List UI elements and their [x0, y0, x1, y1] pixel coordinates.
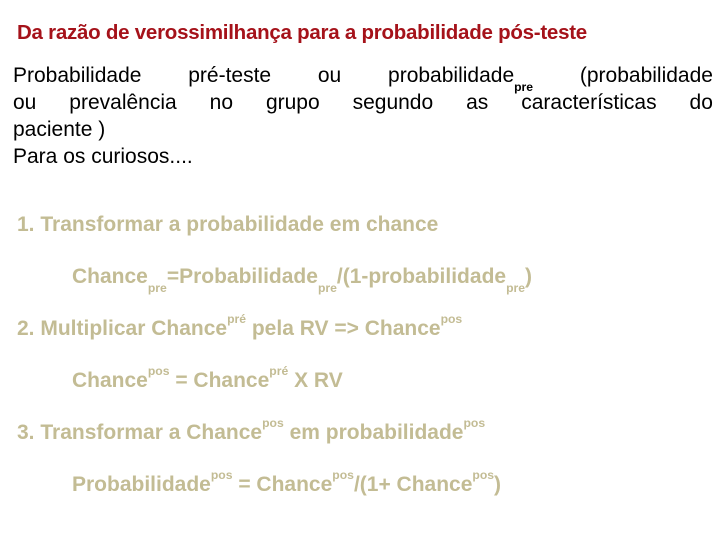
superscript-pos: pos — [463, 416, 486, 431]
subscript-pre: pre — [514, 79, 534, 94]
formula-part: X RV — [288, 369, 343, 392]
steps-list: 1. Transformar a probabilidade em chance… — [0, 208, 720, 520]
body-word: pré-teste — [188, 64, 272, 87]
slide-title: Da razão de verossimilhança para a proba… — [17, 21, 587, 44]
step-3-heading: 3. Transformar a Chancepos em probabilid… — [0, 416, 720, 468]
step-2-formula: Chancepos = Chancepré X RV — [0, 364, 720, 416]
step-1-formula: Chancepre=Probabilidadepre/(1-probabilid… — [0, 260, 720, 312]
body-word: prevalência — [69, 91, 177, 114]
superscript-pre: pré — [227, 312, 247, 327]
body-word: no — [209, 91, 233, 114]
subscript-pre: pre — [147, 280, 167, 295]
formula-part: = Chance — [232, 473, 333, 496]
step-text: Multiplicar Chance — [40, 317, 228, 340]
subscript-pre: pre — [506, 280, 526, 295]
formula-part: Chance — [72, 369, 148, 392]
formula-part: /(1+ Chance — [353, 473, 473, 496]
body-word: características — [521, 91, 657, 114]
body-paragraph: Probabilidade pré-teste ou probabilidade… — [13, 62, 713, 170]
formula-part: ) — [525, 265, 533, 288]
body-word: (probabilidade — [579, 64, 713, 87]
step-2-heading: 2. Multiplicar Chancepré pela RV => Chan… — [0, 312, 720, 364]
step-text: Transformar a Chance — [40, 421, 263, 444]
body-line-4: Para os curiosos.... — [13, 145, 193, 168]
body-word: segundo — [352, 91, 434, 114]
body-word: do — [689, 91, 713, 114]
superscript-pos: pos — [332, 468, 354, 483]
body-word: as — [466, 91, 489, 114]
step-number: 1. — [17, 213, 35, 236]
step-1-heading: 1. Transformar a probabilidade em chance — [0, 208, 720, 260]
body-line-3: paciente ) — [13, 118, 106, 141]
step-text: Transformar a probabilidade em chance — [40, 213, 439, 236]
superscript-pre: pré — [269, 364, 289, 379]
step-text: em probabilidade — [283, 421, 464, 444]
formula-part: Probabilidade — [72, 473, 211, 496]
body-line-2: ou prevalência no grupo segundo as carac… — [13, 89, 713, 116]
formula-part: Chance — [72, 265, 148, 288]
formula-part: =Probabilidade — [166, 265, 318, 288]
formula-part: = Chance — [169, 369, 270, 392]
formula-part: ) — [494, 473, 502, 496]
superscript-pos: pos — [147, 364, 170, 379]
step-number: 3. — [17, 421, 35, 444]
body-word: ou — [317, 64, 342, 87]
body-word: ou — [13, 91, 37, 114]
formula-part: /(1-probabilidade — [336, 265, 507, 288]
body-word: grupo — [265, 91, 320, 114]
body-word-with-subscript: probabilidadepre — [388, 62, 533, 93]
superscript-pos: pos — [262, 416, 284, 431]
body-word: probabilidade — [388, 64, 515, 87]
subscript-pre: pre — [317, 280, 337, 295]
step-number: 2. — [17, 317, 35, 340]
superscript-pos: pos — [210, 468, 233, 483]
step-text: pela RV => Chance — [246, 317, 441, 340]
body-word: Probabilidade — [13, 64, 142, 87]
slide-canvas: Da razão de verossimilhança para a proba… — [0, 0, 720, 540]
superscript-pos: pos — [472, 468, 495, 483]
superscript-pos: pos — [440, 312, 463, 327]
body-line-1: Probabilidade pré-teste ou probabilidade… — [13, 62, 713, 93]
step-3-formula: Probabilidadepos = Chancepos/(1+ Chancep… — [0, 468, 720, 520]
